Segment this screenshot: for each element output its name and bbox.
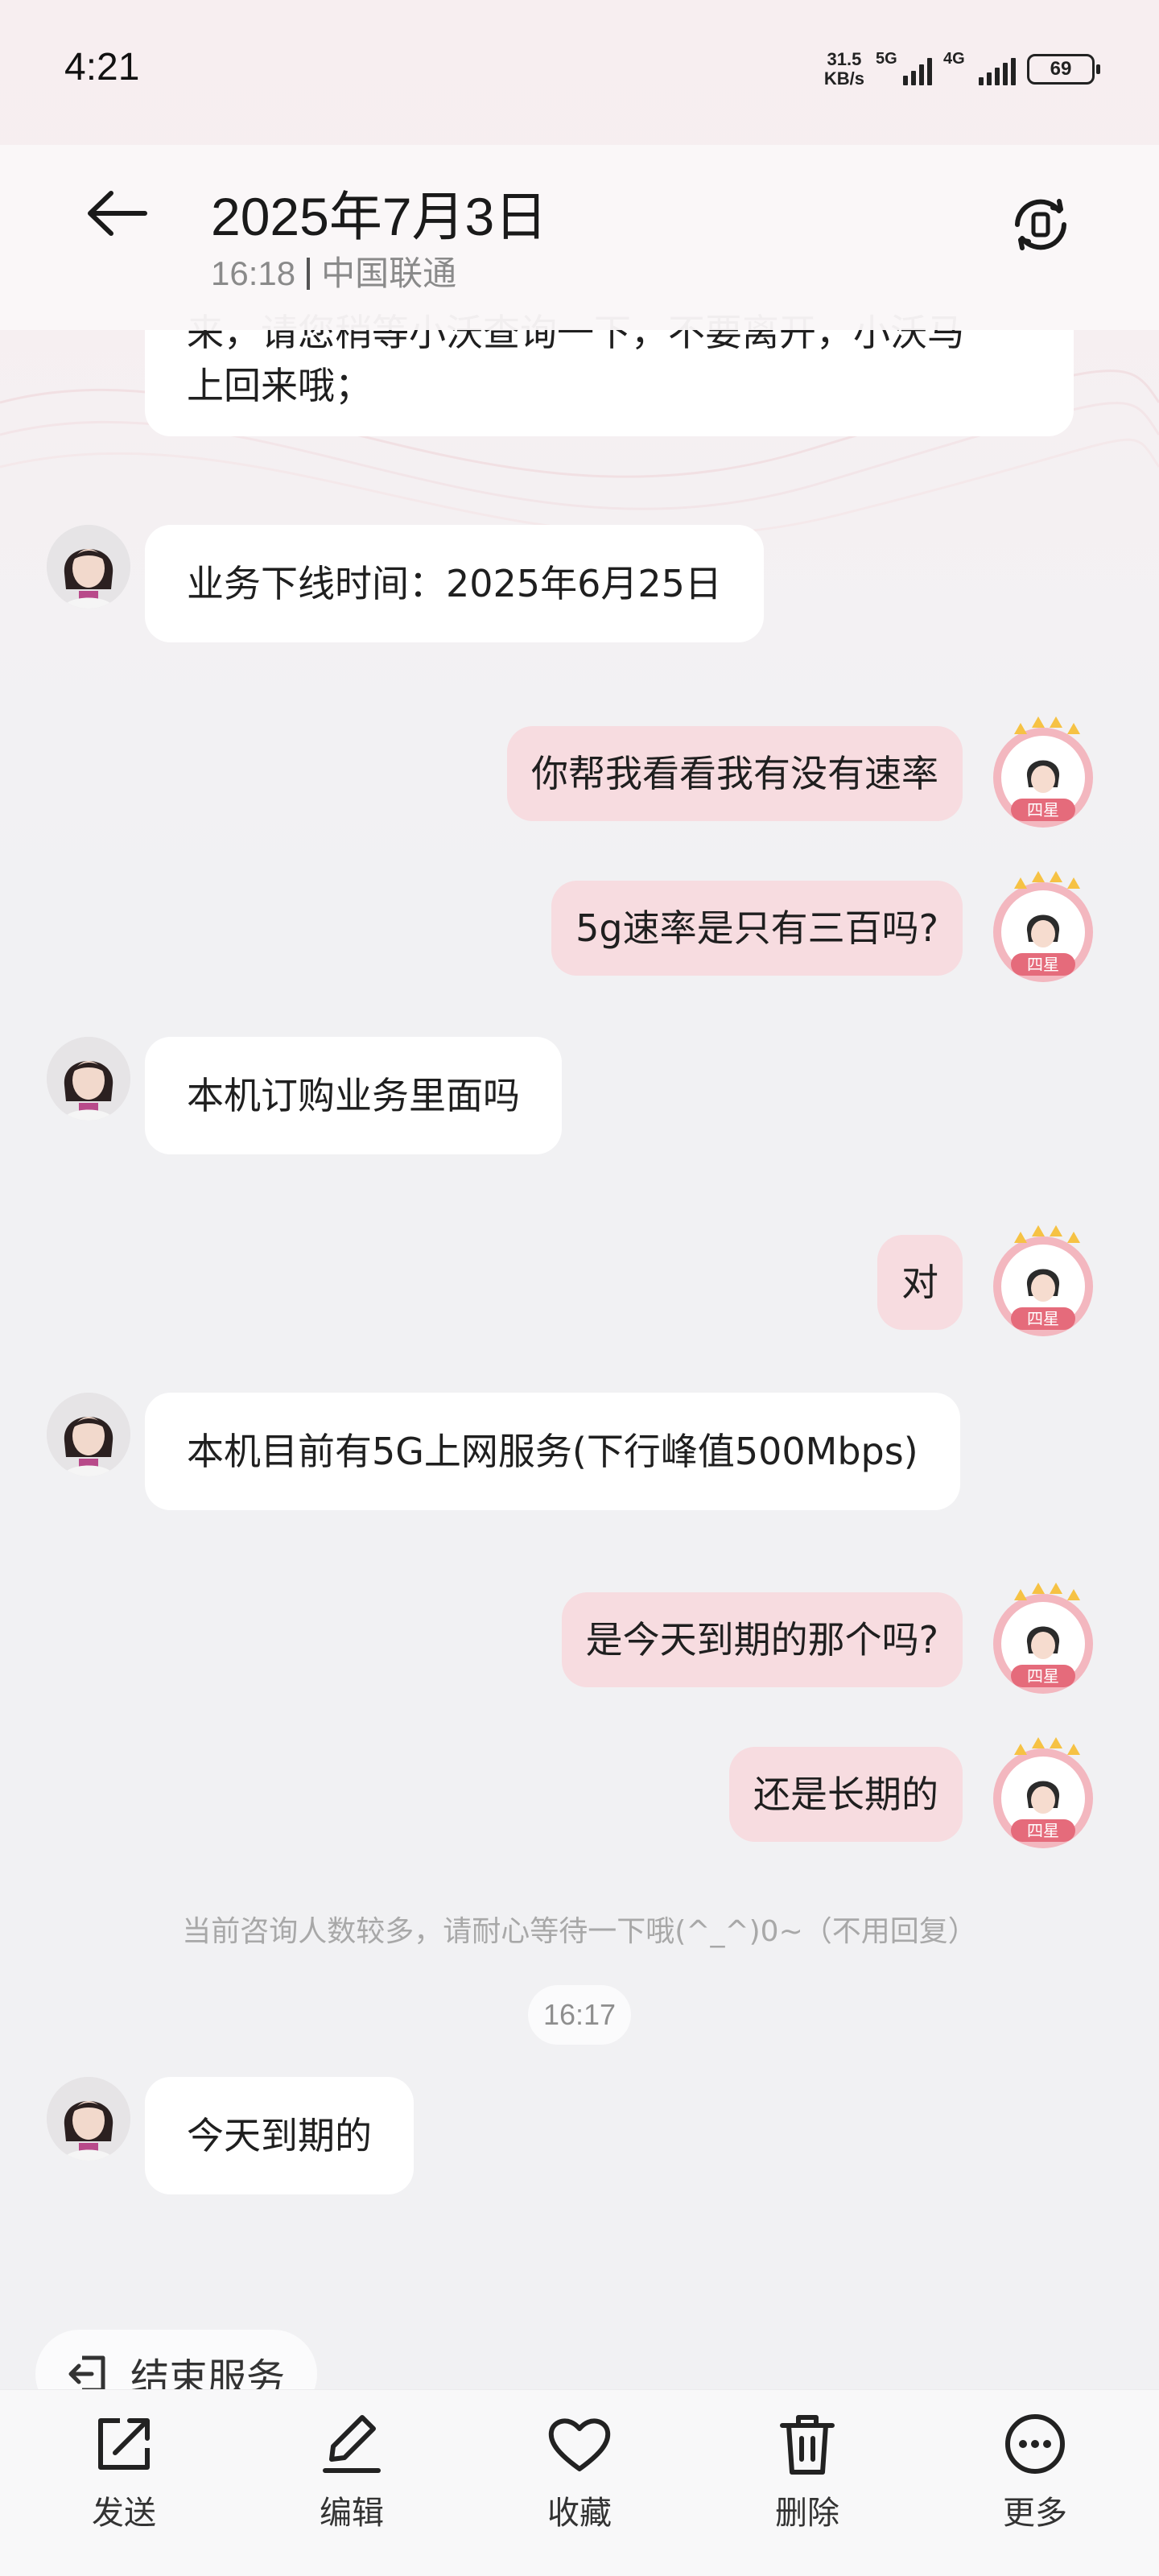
- message-bot: 本机订购业务里面吗: [145, 1037, 562, 1154]
- more-icon: [1005, 2414, 1065, 2474]
- message-list[interactable]: 来，请您稍等小沃查询一下，不要离开，小沃马 上回来哦； 业务下线时间：2025年…: [0, 0, 1159, 2415]
- message-bot: 本机目前有5G上网服务(下行峰值500Mbps): [145, 1393, 960, 1510]
- message-user: 是今天到期的那个吗?: [561, 1592, 963, 1687]
- message-user: 还是长期的: [729, 1747, 963, 1842]
- user-badge: 四星: [1027, 955, 1059, 974]
- favorite-button[interactable]: 收藏: [507, 2390, 652, 2576]
- user-avatar[interactable]: 四星: [987, 713, 1099, 834]
- send-label: 发送: [92, 2495, 156, 2532]
- favorite-label: 收藏: [547, 2495, 612, 2532]
- message-timestamp: 16:17: [528, 1985, 631, 2045]
- page-title: 2025年7月3日: [211, 187, 548, 246]
- more-label: 更多: [1003, 2495, 1067, 2532]
- user-badge: 四星: [1027, 1821, 1059, 1840]
- message-bot: 业务下线时间：2025年6月25日: [145, 525, 764, 642]
- more-button[interactable]: 更多: [963, 2390, 1107, 2576]
- user-avatar[interactable]: 四星: [987, 868, 1099, 989]
- system-note: 当前咨询人数较多，请耐心等待一下哦(^_^)0~（不用回复）: [182, 1915, 977, 1948]
- message-text: 今天到期的: [187, 2114, 372, 2157]
- user-badge: 四星: [1027, 800, 1059, 819]
- agent-avatar[interactable]: [47, 1037, 130, 1121]
- message-user: 对: [877, 1235, 963, 1330]
- user-badge: 四星: [1027, 1666, 1059, 1686]
- edit-label: 编辑: [320, 2495, 384, 2532]
- user-avatar[interactable]: 四星: [987, 1579, 1099, 1700]
- message-text: 你帮我看看我有没有速率: [531, 752, 938, 795]
- delete-button[interactable]: 删除: [735, 2390, 880, 2576]
- header-time: 16:18: [211, 254, 296, 292]
- user-badge: 四星: [1027, 1309, 1059, 1328]
- message-text: 还是长期的: [753, 1773, 938, 1816]
- message-user: 5g速率是只有三百吗?: [551, 881, 963, 976]
- message-text: 是今天到期的那个吗?: [585, 1618, 938, 1662]
- heart-icon: [548, 2418, 611, 2471]
- app-header: 2025年7月3日 16:18 中国联通: [0, 145, 1159, 330]
- bottom-toolbar: 发送 编辑 收藏 删除 更多: [0, 2389, 1159, 2576]
- message-text: 上回来哦；: [187, 364, 372, 407]
- message-text: 业务下线时间：2025年6月25日: [187, 562, 722, 605]
- trash-icon: [780, 2415, 835, 2475]
- delete-label: 删除: [775, 2495, 839, 2532]
- header-carrier: 中国联通: [321, 254, 457, 292]
- header-subtitle: 16:18 中国联通: [211, 246, 456, 295]
- share-icon: [98, 2418, 150, 2470]
- user-avatar[interactable]: 四星: [987, 1222, 1099, 1343]
- rotate-screen-icon[interactable]: [1006, 190, 1075, 259]
- agent-avatar[interactable]: [47, 525, 130, 609]
- edit-button[interactable]: 编辑: [279, 2390, 424, 2576]
- agent-avatar[interactable]: [47, 2077, 130, 2161]
- message-text: 5g速率是只有三百吗?: [575, 906, 938, 950]
- message-text: 本机订购业务里面吗: [187, 1074, 520, 1117]
- message-text: 对: [901, 1261, 938, 1304]
- send-button[interactable]: 发送: [52, 2390, 196, 2576]
- user-avatar[interactable]: 四星: [987, 1734, 1099, 1855]
- agent-avatar[interactable]: [47, 1393, 130, 1476]
- divider: [307, 258, 311, 290]
- pencil-icon: [323, 2415, 381, 2473]
- message-user: 你帮我看看我有没有速率: [507, 726, 963, 821]
- message-bot: 今天到期的: [145, 2077, 414, 2194]
- message-text: 本机目前有5G上网服务(下行峰值500Mbps): [187, 1430, 918, 1473]
- back-arrow-icon[interactable]: [80, 177, 153, 250]
